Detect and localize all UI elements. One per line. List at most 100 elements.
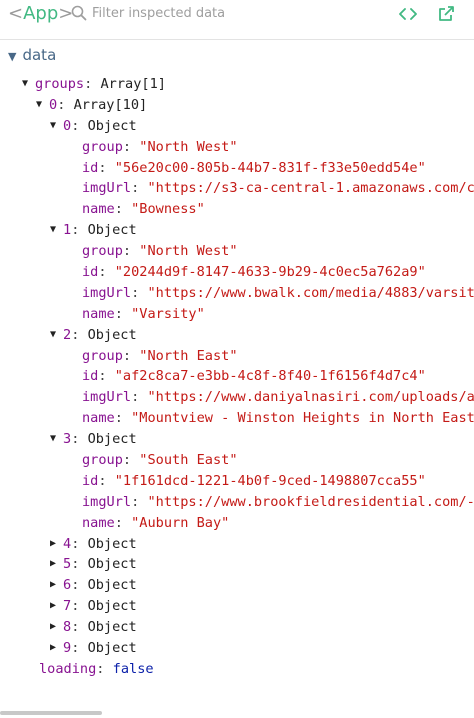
triangle-down-icon[interactable]: ▼ xyxy=(36,95,49,116)
tree-row-object-collapsed[interactable]: ▶ 8: Object xyxy=(0,617,474,638)
triangle-down-icon[interactable]: ▼ xyxy=(22,74,35,95)
property-key: 9 xyxy=(63,640,72,657)
property-key: 8 xyxy=(63,619,72,636)
property-key: 6 xyxy=(63,577,72,594)
property-value: "Mountview - Winston Heights in North Ea… xyxy=(131,410,474,427)
property-key: id xyxy=(82,368,99,385)
property-type: Object xyxy=(87,535,137,552)
property-type: Object xyxy=(87,556,137,573)
property-key: name xyxy=(82,514,115,531)
property-type: Object xyxy=(87,640,137,657)
code-icon[interactable] xyxy=(397,4,419,24)
tree-row-field: id: "1f161dcd-1221-4b0f-9ced-1498807cca5… xyxy=(82,472,426,489)
triangle-right-icon[interactable]: ▶ xyxy=(50,554,63,575)
tree-row-field: id: "20244d9f-8147-4633-9b29-4c0ec5a762a… xyxy=(82,264,426,281)
property-key: groups xyxy=(35,76,85,92)
property-key: 3 xyxy=(63,431,72,448)
external-link-icon[interactable] xyxy=(436,4,456,24)
triangle-down-icon[interactable]: ▼ xyxy=(50,220,63,241)
property-key: id xyxy=(82,264,99,281)
triangle-down-icon[interactable]: ▼ xyxy=(50,429,63,450)
property-key: imgUrl xyxy=(82,180,132,197)
tree-row-field: group: "North West" xyxy=(82,243,238,260)
property-type: Object xyxy=(87,431,137,448)
property-key: 2 xyxy=(63,326,72,343)
triangle-right-icon[interactable]: ▶ xyxy=(50,638,63,659)
property-key: 1 xyxy=(63,222,72,239)
property-key: name xyxy=(82,410,115,427)
data-tree: ▼ groups: Array[1] ▼ 0: Array[10] ▼ 0: Obje… xyxy=(0,74,474,680)
tree-row-field: id: "af2c8ca7-e3bb-4c8f-8f40-1f6156f4d7c… xyxy=(82,368,426,385)
component-label: App xyxy=(23,3,59,24)
triangle-right-icon[interactable]: ▶ xyxy=(50,617,63,638)
tree-row-field: group: "North West" xyxy=(82,138,238,155)
tree-row-field: name: "Bowness" xyxy=(82,201,205,218)
property-type: Object xyxy=(87,619,137,636)
property-value: "North West" xyxy=(139,243,238,260)
triangle-right-icon[interactable]: ▶ xyxy=(50,534,63,555)
property-key: group xyxy=(82,452,123,469)
property-type: Object xyxy=(87,598,137,615)
tree-row-object-collapsed[interactable]: ▶ 5: Object xyxy=(0,554,474,575)
property-key: 4 xyxy=(63,535,72,552)
property-key: loading xyxy=(39,660,97,677)
tree-row-field: group: "South East" xyxy=(82,452,238,469)
tree-row-loading: loading: false xyxy=(39,660,154,677)
property-key: id xyxy=(82,159,99,176)
tree-row-field: imgUrl: "https://s3-ca-central-1.amazona… xyxy=(0,178,474,199)
tree-row-object-collapsed[interactable]: ▶ 9: Object xyxy=(0,638,474,659)
property-type: Object xyxy=(87,577,137,594)
tree-row-object-collapsed[interactable]: ▶ 7: Object xyxy=(0,596,474,617)
section-title: data xyxy=(22,46,57,64)
tree-row-field: imgUrl: "https://www.brookfieldresidenti… xyxy=(0,492,474,513)
tree-row-object[interactable]: ▼ 3: Object xyxy=(0,429,474,450)
property-value: "Bowness" xyxy=(131,201,205,218)
triangle-right-icon[interactable]: ▶ xyxy=(50,596,63,617)
property-key: name xyxy=(82,305,115,322)
tree-row-field: name: "Auburn Bay" xyxy=(82,514,230,531)
tree-row-field: group: "North East" xyxy=(82,347,238,364)
tree-row-field: name: "Varsity" xyxy=(82,305,205,322)
tree-row-field: imgUrl: "https://www.daniyalnasiri.com/u… xyxy=(0,387,474,408)
property-key: 5 xyxy=(63,556,72,573)
property-value: false xyxy=(112,660,154,677)
property-key: imgUrl xyxy=(82,389,132,406)
property-key: group xyxy=(82,138,123,155)
property-value: "North East" xyxy=(139,347,238,364)
tree-row-object-collapsed[interactable]: ▶ 4: Object xyxy=(0,534,474,555)
toolbar: <App> xyxy=(0,0,474,40)
property-value: "North West" xyxy=(139,138,238,155)
tree-row-object-collapsed[interactable]: ▶ 6: Object xyxy=(0,575,474,596)
tree-row-object[interactable]: ▼ 1: Object xyxy=(0,220,474,241)
triangle-down-icon: ▼ xyxy=(8,50,17,63)
property-key: imgUrl xyxy=(82,493,132,510)
triangle-right-icon[interactable]: ▶ xyxy=(50,575,63,596)
filter-input[interactable] xyxy=(88,2,376,24)
property-type: Array[1] xyxy=(100,76,166,92)
property-value: "56e20c00-805b-44b7-831f-f33e50edd54e" xyxy=(114,159,426,176)
search-icon xyxy=(71,5,87,21)
property-key: 7 xyxy=(63,598,72,615)
property-type: Array[10] xyxy=(73,96,148,113)
tree-row-object[interactable]: ▼ 2: Object xyxy=(0,325,474,346)
tree-row-groups[interactable]: ▼ groups: Array[1] xyxy=(0,74,474,95)
property-key: 0 xyxy=(63,117,72,134)
triangle-down-icon[interactable]: ▼ xyxy=(50,116,63,137)
tree-row-object[interactable]: ▼ 0: Object xyxy=(0,116,474,137)
property-value: "af2c8ca7-e3bb-4c8f-8f40-1f6156f4d7c4" xyxy=(114,368,426,385)
component-name: <App> xyxy=(8,3,73,24)
property-value: "https://www.bwalk.com/media/4883/varsit… xyxy=(147,284,474,301)
horizontal-scrollbar[interactable] xyxy=(0,711,102,715)
property-value: "Auburn Bay" xyxy=(131,514,230,531)
property-value: "Varsity" xyxy=(131,305,205,322)
tree-row-field: imgUrl: "https://www.bwalk.com/media/488… xyxy=(0,283,474,304)
data-section-header[interactable]: ▼ data xyxy=(8,46,56,68)
tree-row-group-0[interactable]: ▼ 0: Array[10] xyxy=(0,95,474,116)
component-open-bracket: < xyxy=(8,3,24,24)
triangle-down-icon[interactable]: ▼ xyxy=(50,325,63,346)
property-type: Object xyxy=(87,117,137,134)
property-key: imgUrl xyxy=(82,284,132,301)
property-key: group xyxy=(82,243,123,260)
property-value: "https://s3-ca-central-1.amazonaws.com/c… xyxy=(147,180,474,197)
property-key: 0 xyxy=(49,96,58,113)
